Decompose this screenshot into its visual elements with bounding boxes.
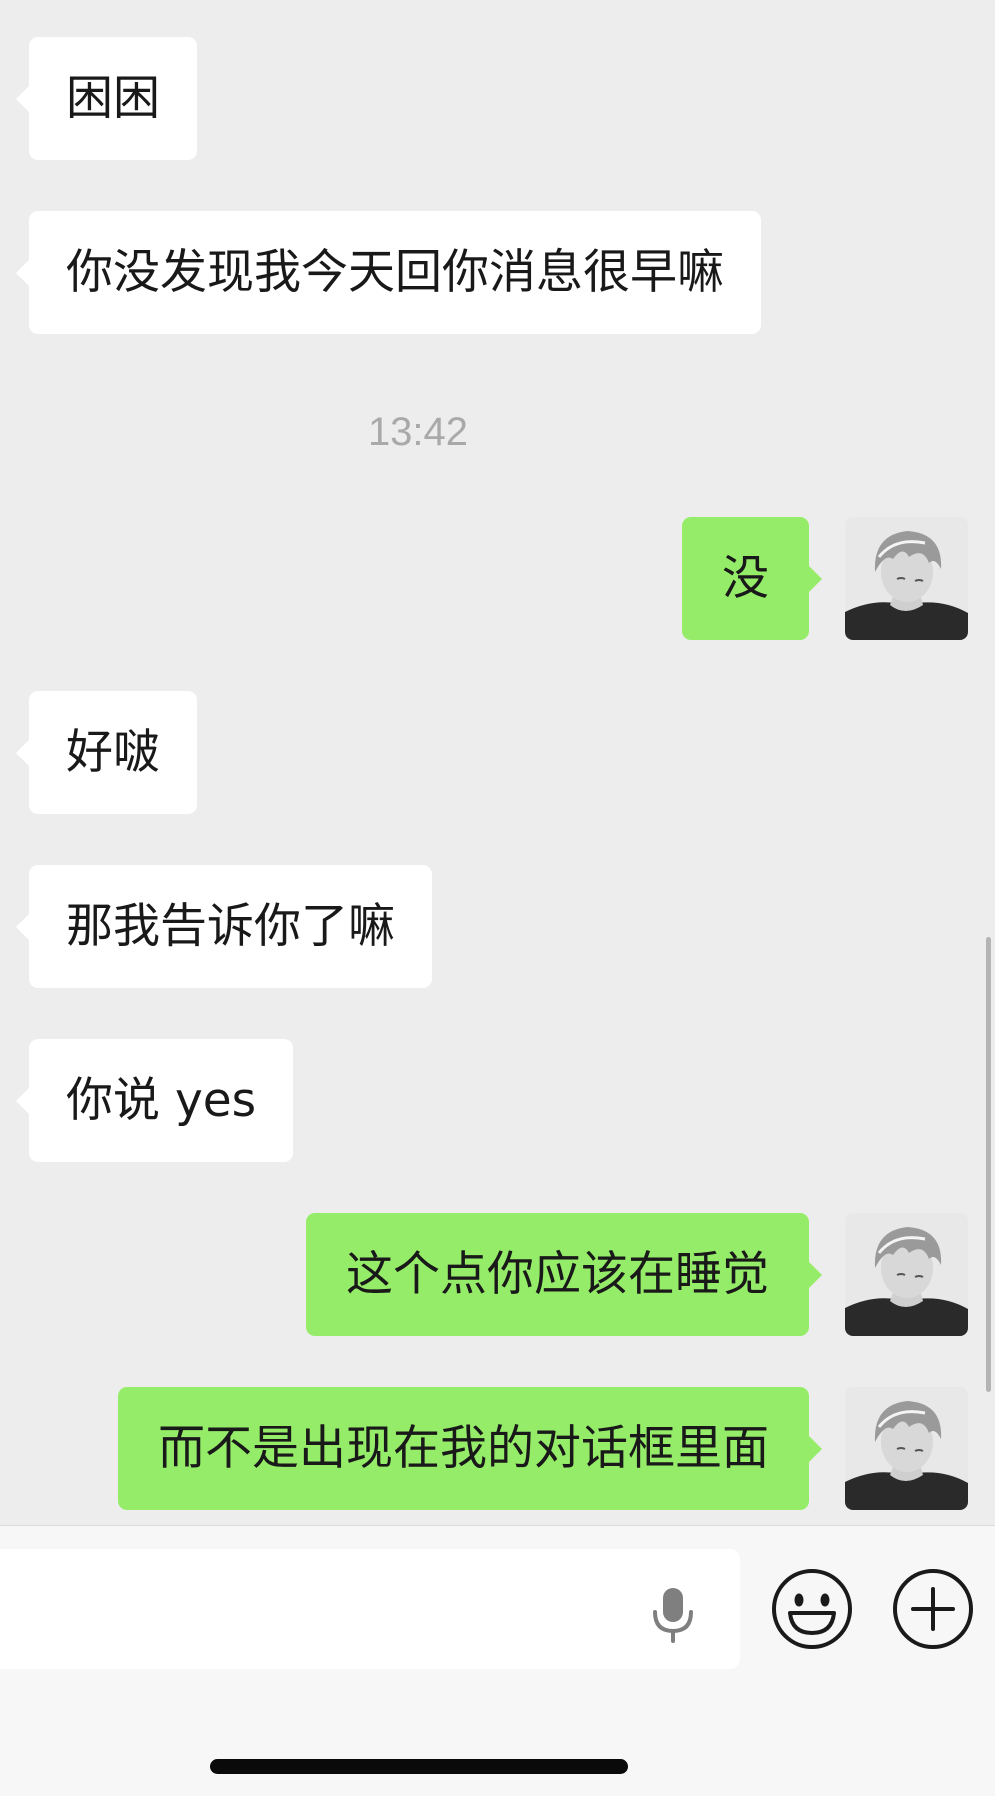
emoji-icon[interactable] <box>770 1567 854 1651</box>
plus-icon[interactable] <box>891 1567 975 1651</box>
outgoing-message-bubble[interactable]: 这个点你应该在睡觉 <box>306 1213 822 1336</box>
scrollbar[interactable] <box>986 937 991 1392</box>
message-text: 没 <box>722 551 769 606</box>
avatar-icon[interactable] <box>845 517 968 640</box>
message-text: 好啵 <box>66 725 160 780</box>
message-text: 那我告诉你了嘛 <box>66 899 395 954</box>
message-text: 而不是出现在我的对话框里面 <box>158 1421 769 1476</box>
message-text: 困困 <box>66 71 160 126</box>
chat-message-list[interactable]: 困困 你没发现我今天回你消息很早嘛 13:42 没 好啵 那我告诉你了嘛 你说 … <box>0 0 995 1525</box>
incoming-message-bubble[interactable]: 那我告诉你了嘛 <box>16 865 432 988</box>
microphone-icon[interactable] <box>648 1584 698 1644</box>
incoming-message-bubble[interactable]: 你说 yes <box>15 1039 294 1162</box>
incoming-message-bubble[interactable]: 困困 <box>16 37 197 160</box>
message-input[interactable] <box>0 1549 740 1669</box>
message-text: 这个点你应该在睡觉 <box>346 1247 769 1302</box>
message-text: 你说 yes <box>66 1073 257 1128</box>
home-indicator[interactable] <box>210 1759 628 1774</box>
chat-input-bar <box>0 1525 995 1796</box>
message-text: 你没发现我今天回你消息很早嘛 <box>66 245 724 300</box>
avatar-icon[interactable] <box>845 1213 968 1336</box>
incoming-message-bubble[interactable]: 好啵 <box>16 691 197 814</box>
outgoing-message-bubble[interactable]: 没 <box>682 517 822 640</box>
incoming-message-bubble[interactable]: 你没发现我今天回你消息很早嘛 <box>16 211 761 334</box>
avatar-icon[interactable] <box>845 1387 968 1510</box>
outgoing-message-bubble[interactable]: 而不是出现在我的对话框里面 <box>118 1387 822 1510</box>
message-timestamp: 13:42 <box>367 410 469 454</box>
